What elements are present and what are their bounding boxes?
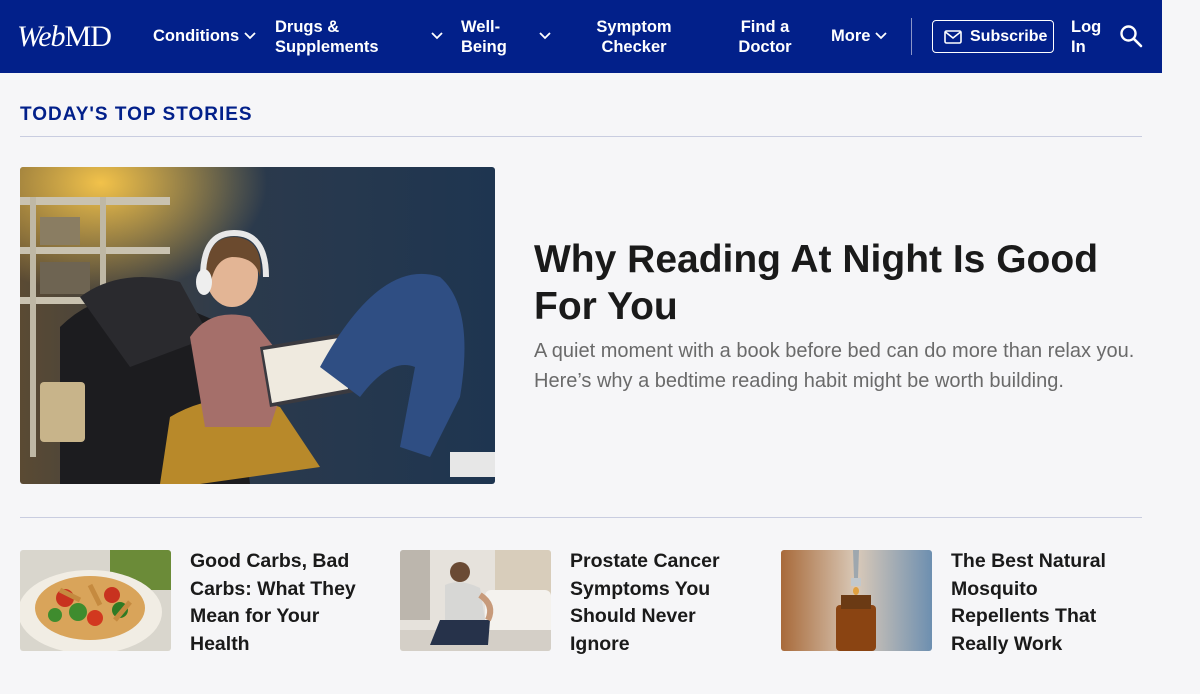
card-title-prostate[interactable]: Prostate Cancer Symptoms You Should Neve… xyxy=(570,548,755,659)
search-icon[interactable] xyxy=(1119,24,1143,53)
subscribe-label: Subscribe xyxy=(970,28,1048,45)
card-image-prostate[interactable] xyxy=(400,550,551,651)
webmd-logo[interactable]: WebMD xyxy=(17,20,112,54)
card-image-mosquito[interactable] xyxy=(781,550,932,651)
hero-image[interactable] xyxy=(20,167,495,484)
nav-drugs-supplements-label: Drugs & Supplements xyxy=(275,18,379,56)
nav-symptom-checker[interactable]: Symptom Checker xyxy=(590,17,678,57)
chevron-down-icon[interactable] xyxy=(538,31,552,41)
nav-find-a-doctor-label: Find a Doctor xyxy=(738,18,792,56)
nav-find-a-doctor[interactable]: Find a Doctor xyxy=(734,17,796,57)
nav-more-label: More xyxy=(831,27,871,45)
nav-more[interactable]: More xyxy=(831,26,870,46)
section-divider xyxy=(20,136,1142,137)
stories-divider xyxy=(20,517,1142,518)
hero-summary: A quiet moment with a book before bed ca… xyxy=(534,340,1135,392)
chevron-down-icon[interactable] xyxy=(430,31,444,41)
card-image-carbs[interactable] xyxy=(20,550,171,651)
nav-well-being[interactable]: Well-Being xyxy=(461,17,521,57)
login-link[interactable]: Log In xyxy=(1071,17,1111,57)
nav-drugs-supplements[interactable]: Drugs & Supplements xyxy=(275,17,390,57)
nav-symptom-checker-label: Symptom Checker xyxy=(596,18,672,56)
card-title-carbs[interactable]: Good Carbs, Bad Carbs: What They Mean fo… xyxy=(190,548,375,659)
hero-headline[interactable]: Why Reading At Night Is Good For You xyxy=(534,236,1134,330)
nav-conditions-label: Conditions xyxy=(153,27,240,45)
login-label: Log In xyxy=(1071,18,1102,56)
top-navigation-bar: WebMD Conditions Drugs & Supplements Wel… xyxy=(0,0,1162,73)
chevron-down-icon[interactable] xyxy=(874,31,888,41)
card-title-mosquito[interactable]: The Best Natural Mosquito Repellents Tha… xyxy=(951,548,1136,659)
mail-icon xyxy=(944,30,962,49)
subscribe-button[interactable]: Subscribe xyxy=(932,20,1054,53)
chevron-down-icon[interactable] xyxy=(243,31,257,41)
section-title: TODAY'S TOP STORIES xyxy=(20,104,253,125)
nav-conditions[interactable]: Conditions xyxy=(153,26,239,46)
nav-well-being-label: Well-Being xyxy=(461,18,507,56)
nav-divider xyxy=(911,18,912,55)
